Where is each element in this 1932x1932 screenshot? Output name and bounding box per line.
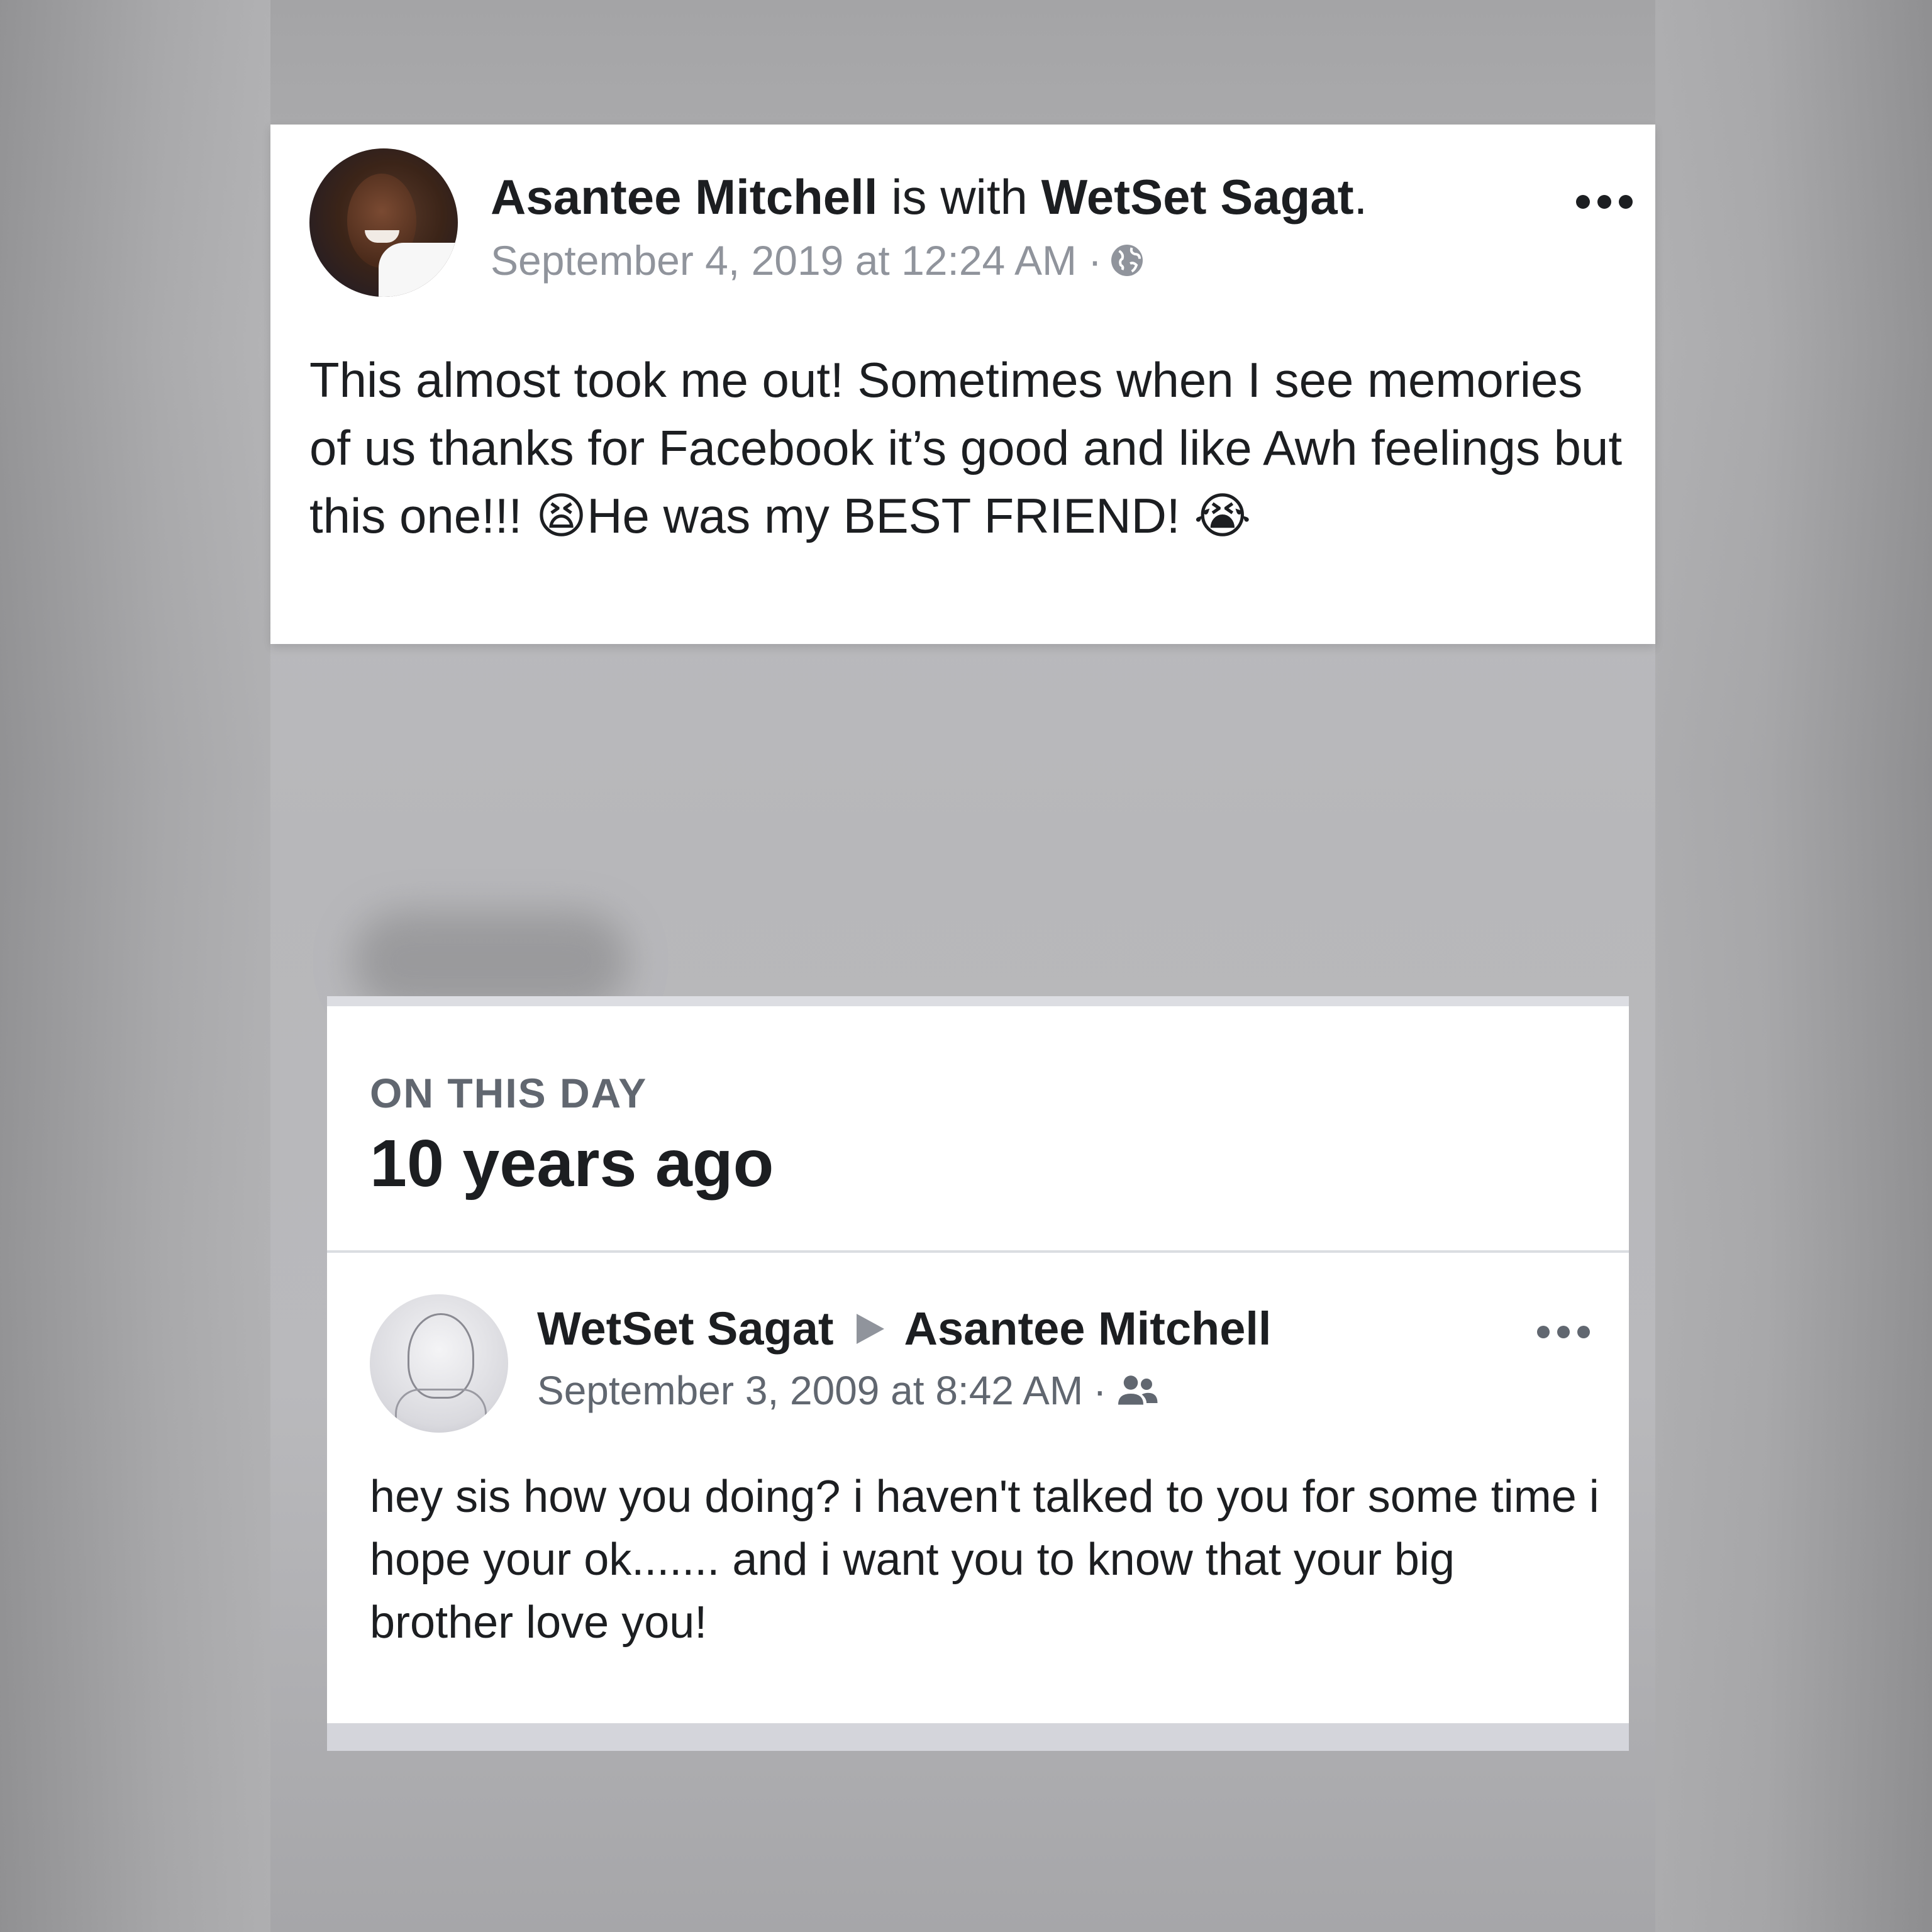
years-ago-title: 10 years ago xyxy=(370,1126,774,1201)
tagged-name[interactable]: WetSet Sagat xyxy=(1041,169,1354,225)
post-header: Asantee Mitchell is with WetSet Sagat. xyxy=(491,169,1367,226)
dot xyxy=(1557,1326,1570,1338)
memory-author-avatar[interactable] xyxy=(370,1294,508,1433)
memory-timestamp[interactable]: September 3, 2009 at 8:42 AM xyxy=(537,1367,1083,1414)
memory-to-name[interactable]: Asantee Mitchell xyxy=(904,1302,1272,1355)
dot xyxy=(1597,195,1611,209)
memory-text: hey sis how you doing? i haven't talked … xyxy=(370,1472,1599,1648)
author-name[interactable]: Asantee Mitchell xyxy=(491,169,878,225)
friends-icon[interactable] xyxy=(1115,1372,1159,1409)
dot xyxy=(1537,1326,1550,1338)
with-text: is with xyxy=(891,169,1028,225)
dot xyxy=(1576,195,1590,209)
background-blur-right xyxy=(1655,0,1932,1932)
dot xyxy=(1619,195,1633,209)
post-timestamp[interactable]: September 4, 2019 at 12:24 AM xyxy=(491,236,1077,284)
more-options-icon[interactable] xyxy=(1576,195,1633,209)
memory-from-name[interactable]: WetSet Sagat xyxy=(537,1302,834,1355)
arrow-right-icon xyxy=(856,1313,884,1344)
memory-header: WetSet Sagat Asantee Mitchell xyxy=(537,1302,1272,1355)
background-blur-left xyxy=(0,0,270,1932)
avatar-sketch-body xyxy=(395,1389,487,1433)
post-text: This almost took me out! Sometimes when … xyxy=(309,352,1636,543)
globe-icon[interactable] xyxy=(1108,242,1146,279)
memory-meta-separator: · xyxy=(1093,1368,1107,1413)
avatar-sketch-head xyxy=(408,1313,474,1399)
avatar-shirt xyxy=(379,243,458,297)
post-card: Asantee Mitchell is with WetSet Sagat. S… xyxy=(270,125,1655,644)
divider xyxy=(327,1250,1629,1253)
author-avatar[interactable] xyxy=(309,148,458,297)
post-meta: September 4, 2019 at 12:24 AM · xyxy=(491,236,1146,284)
meta-separator: · xyxy=(1087,237,1102,284)
memory-more-options-icon[interactable] xyxy=(1537,1326,1590,1338)
header-period: . xyxy=(1353,169,1368,225)
memory-meta: September 3, 2009 at 8:42 AM · xyxy=(537,1367,1159,1414)
on-this-day-label: ON THIS DAY xyxy=(370,1070,648,1116)
dot xyxy=(1577,1326,1590,1338)
memory-card[interactable]: ON THIS DAY 10 years ago WetSet Sagat As… xyxy=(327,996,1629,1751)
